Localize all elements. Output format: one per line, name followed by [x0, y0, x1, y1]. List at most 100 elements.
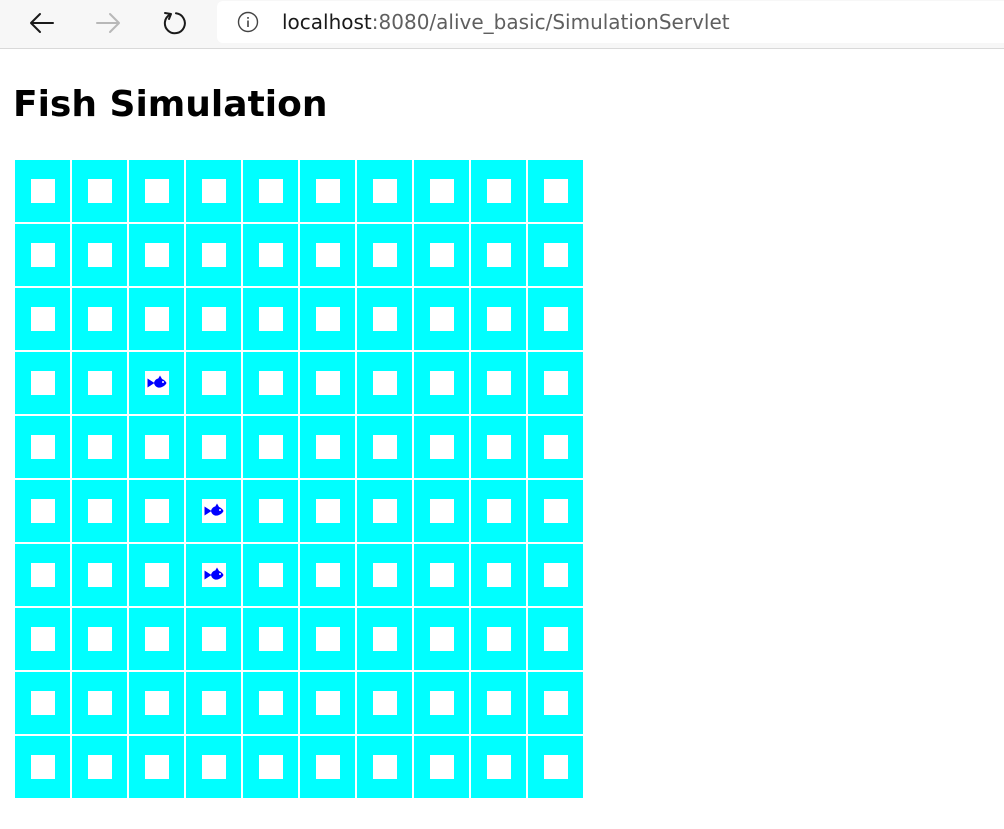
water-cell	[414, 416, 469, 478]
water-cell	[15, 352, 70, 414]
water-cell	[15, 480, 70, 542]
cell-tile	[543, 179, 568, 203]
cell-tile	[30, 627, 55, 651]
forward-arrow-icon	[95, 12, 121, 34]
grid-row	[15, 224, 583, 286]
water-cell	[414, 288, 469, 350]
cell-tile	[201, 307, 226, 331]
browser-toolbar: localhost:8080/alive_basic/SimulationSer…	[0, 0, 1004, 49]
cell-tile	[486, 691, 511, 715]
grid-row	[15, 416, 583, 478]
water-cell	[72, 288, 127, 350]
water-cell	[186, 480, 241, 542]
cell-tile	[543, 243, 568, 267]
water-cell	[243, 416, 298, 478]
water-cell	[129, 544, 184, 606]
address-bar[interactable]: localhost:8080/alive_basic/SimulationSer…	[217, 1, 1004, 43]
water-cell	[129, 672, 184, 734]
cell-tile	[87, 755, 112, 779]
grid-row	[15, 608, 583, 670]
cell-tile	[486, 179, 511, 203]
water-cell	[72, 608, 127, 670]
water-cell	[357, 160, 412, 222]
page-title: Fish Simulation	[13, 84, 328, 125]
grid-row	[15, 736, 583, 798]
water-cell	[528, 608, 583, 670]
cell-tile	[429, 243, 454, 267]
water-cell	[357, 480, 412, 542]
cell-tile	[258, 179, 283, 203]
water-cell	[300, 224, 355, 286]
simulation-grid	[13, 158, 585, 800]
water-cell	[414, 544, 469, 606]
reload-button[interactable]	[156, 5, 192, 41]
cell-tile	[144, 179, 169, 203]
water-cell	[72, 736, 127, 798]
cell-tile	[87, 179, 112, 203]
cell-tile	[543, 371, 568, 395]
water-cell	[528, 544, 583, 606]
water-cell	[72, 672, 127, 734]
cell-tile	[543, 755, 568, 779]
cell-tile	[201, 755, 226, 779]
cell-tile	[258, 307, 283, 331]
cell-tile	[30, 371, 55, 395]
cell-tile	[315, 627, 340, 651]
cell-tile	[429, 179, 454, 203]
cell-tile	[144, 627, 169, 651]
cell-tile	[372, 499, 397, 523]
cell-tile	[87, 243, 112, 267]
water-cell	[129, 416, 184, 478]
water-cell	[129, 736, 184, 798]
url-text: localhost:8080/alive_basic/SimulationSer…	[282, 10, 730, 34]
fish-icon	[147, 375, 166, 388]
water-cell	[471, 224, 526, 286]
cell-tile	[144, 563, 169, 587]
cell-tile	[429, 755, 454, 779]
cell-tile	[87, 691, 112, 715]
water-cell	[528, 352, 583, 414]
water-cell	[357, 224, 412, 286]
cell-tile	[144, 435, 169, 459]
cell-tile	[315, 563, 340, 587]
cell-tile	[258, 435, 283, 459]
back-button[interactable]	[24, 5, 60, 41]
water-cell	[414, 352, 469, 414]
water-cell	[357, 288, 412, 350]
water-cell	[243, 608, 298, 670]
water-cell	[129, 480, 184, 542]
cell-tile	[258, 755, 283, 779]
cell-tile	[429, 563, 454, 587]
info-icon[interactable]	[237, 11, 259, 33]
water-cell	[186, 544, 241, 606]
cell-tile	[372, 627, 397, 651]
water-cell	[186, 672, 241, 734]
water-cell	[300, 160, 355, 222]
grid-row	[15, 160, 583, 222]
water-cell	[243, 288, 298, 350]
cell-tile	[144, 755, 169, 779]
cell-tile	[201, 243, 226, 267]
cell-tile	[258, 499, 283, 523]
forward-button[interactable]	[90, 5, 126, 41]
water-cell	[528, 224, 583, 286]
cell-tile	[543, 499, 568, 523]
cell-tile	[87, 371, 112, 395]
cell-tile	[201, 435, 226, 459]
cell-tile	[486, 307, 511, 331]
water-cell	[243, 736, 298, 798]
water-cell	[528, 288, 583, 350]
water-cell	[243, 352, 298, 414]
water-cell	[300, 608, 355, 670]
water-cell	[528, 480, 583, 542]
cell-tile	[543, 435, 568, 459]
grid-row	[15, 672, 583, 734]
water-cell	[528, 736, 583, 798]
cell-tile	[372, 435, 397, 459]
cell-tile	[486, 243, 511, 267]
water-cell	[15, 736, 70, 798]
cell-tile	[87, 307, 112, 331]
water-cell	[243, 480, 298, 542]
water-cell	[357, 672, 412, 734]
cell-tile	[429, 371, 454, 395]
